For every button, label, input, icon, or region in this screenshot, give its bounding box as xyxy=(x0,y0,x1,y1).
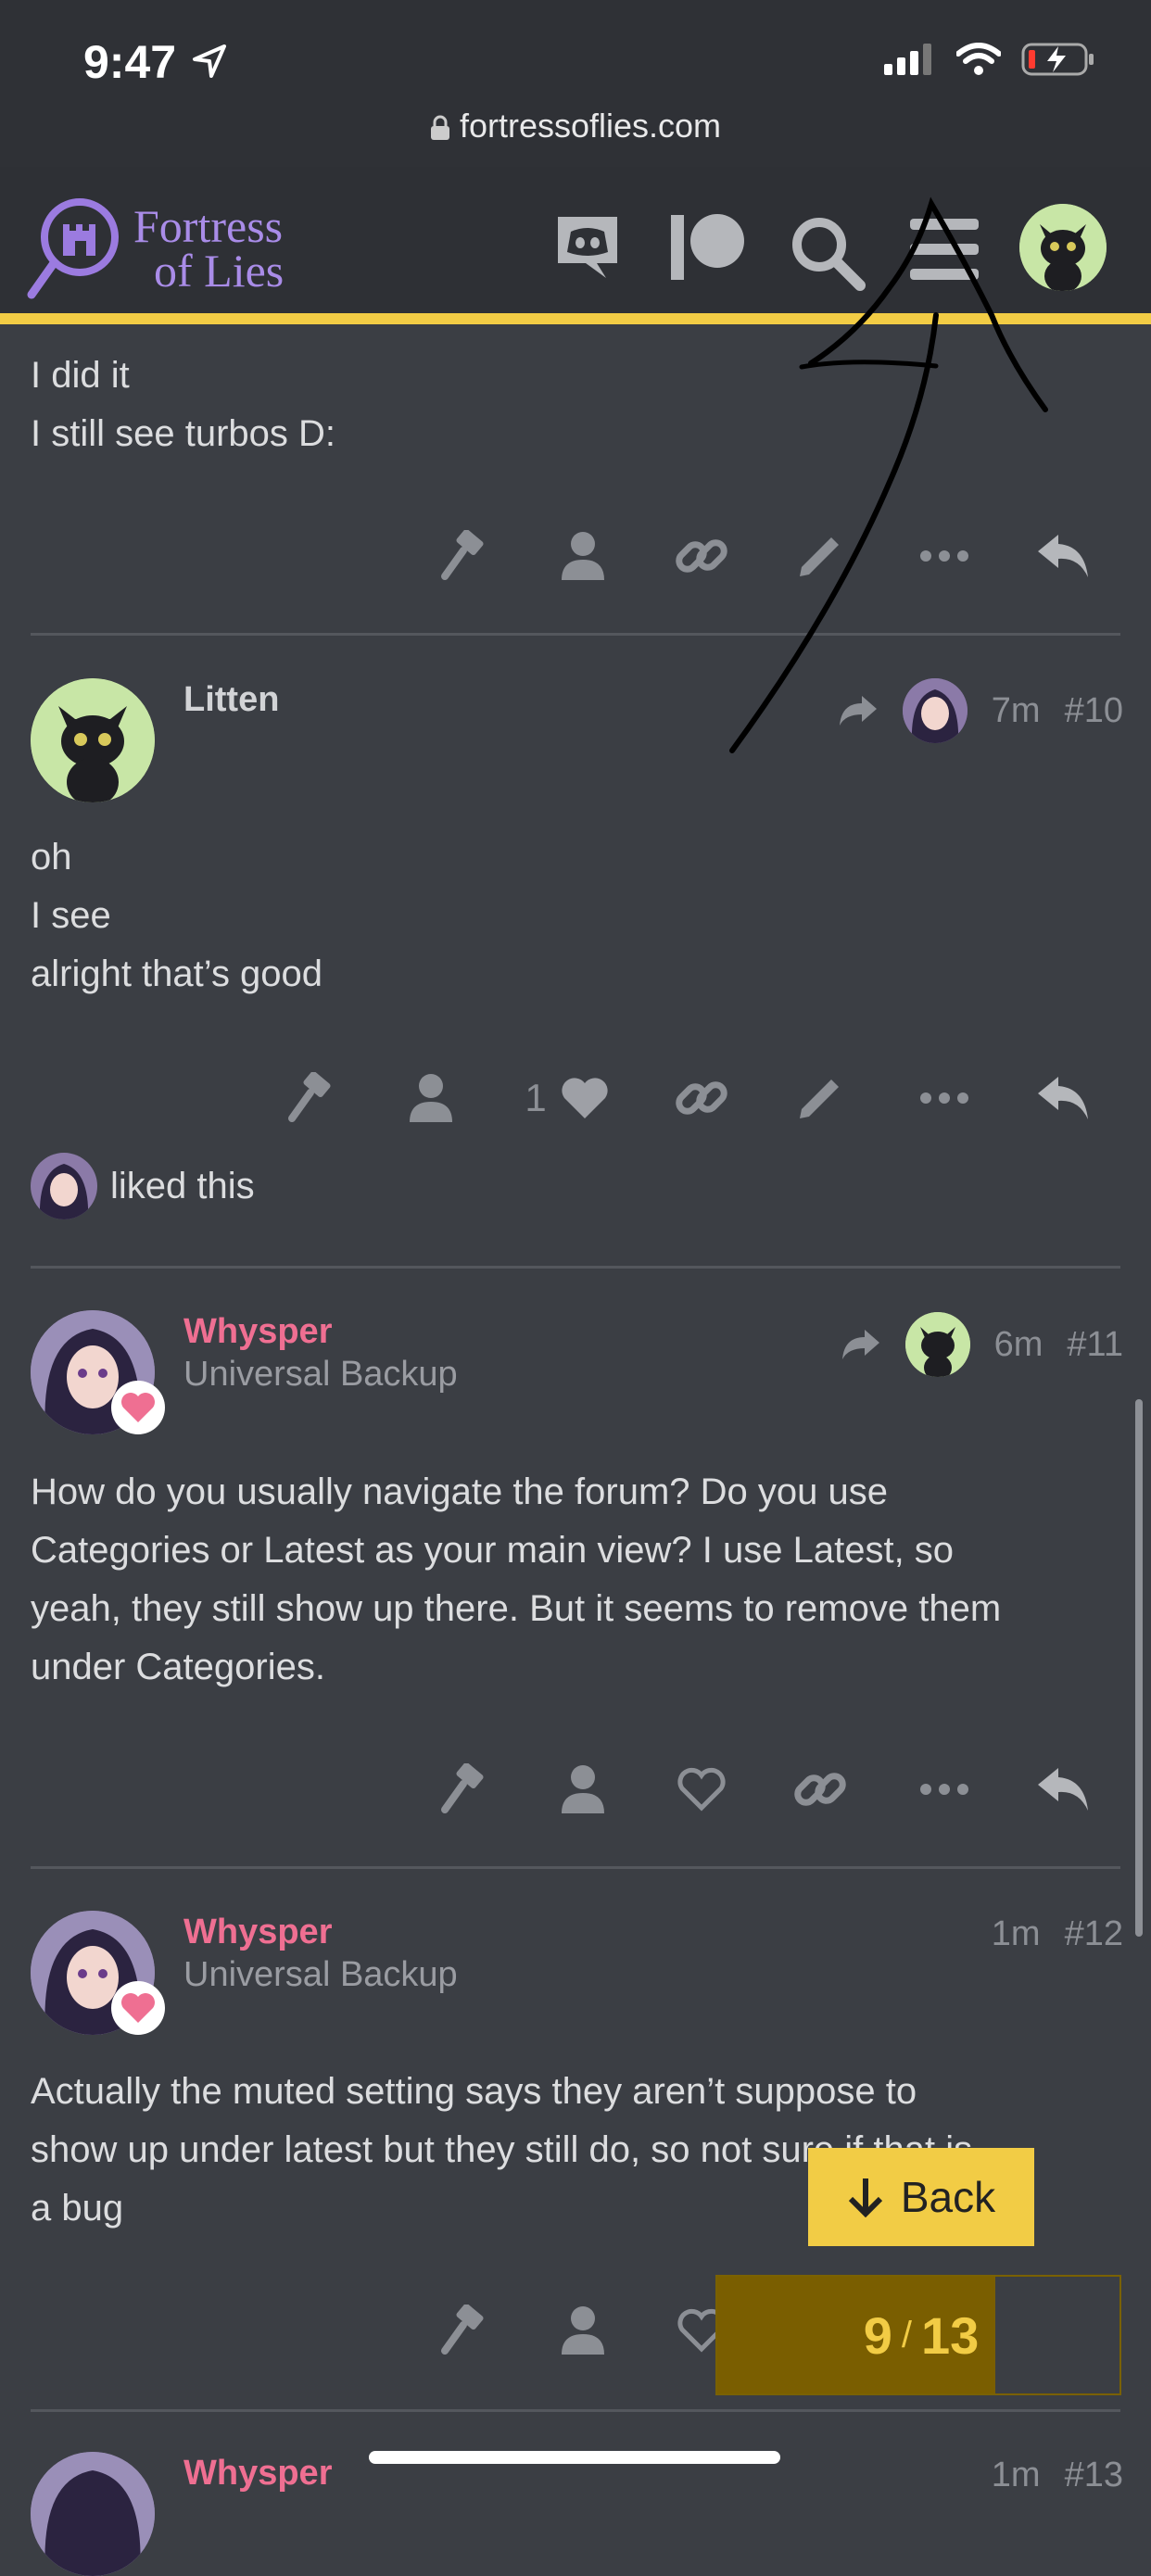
edit-button[interactable] xyxy=(788,1066,853,1130)
heart-icon xyxy=(121,1393,155,1422)
more-options-button[interactable] xyxy=(912,1757,977,1822)
post-divider xyxy=(31,2409,1120,2412)
pencil-icon xyxy=(800,1080,839,1118)
post-divider xyxy=(31,1266,1120,1269)
post-11-line-4: under Categories. xyxy=(31,1647,325,1687)
link-icon xyxy=(794,1773,846,1806)
heart-badge xyxy=(111,1381,165,1434)
post-10-actions: 1 xyxy=(0,1066,1151,1140)
reply-button[interactable] xyxy=(1031,1066,1095,1130)
more-options-button[interactable] xyxy=(912,1066,977,1130)
progress-total: 13 xyxy=(920,2305,980,2365)
heart-outline-icon xyxy=(677,1767,726,1812)
post-12-line-1: Actually the muted setting says they are… xyxy=(31,2071,917,2112)
liked-this-text: liked this xyxy=(110,1165,255,1206)
post-12-user-title: Universal Backup xyxy=(183,1955,458,1994)
post-11-number: #11 xyxy=(1067,1324,1123,1364)
home-indicator[interactable] xyxy=(369,2451,780,2464)
heart-icon xyxy=(121,1993,155,2023)
post-11-body: How do you usually navigate the forum? D… xyxy=(31,1463,1001,1697)
user-icon xyxy=(410,1074,452,1122)
user-card-button[interactable] xyxy=(398,1066,463,1130)
user-card-button[interactable] xyxy=(550,2298,615,2363)
hammer-icon xyxy=(288,1072,331,1122)
reply-to-arrow-icon[interactable] xyxy=(841,1328,881,1361)
hand-drawn-arrow-annotation xyxy=(729,196,1048,753)
post-13-username[interactable]: Whysper xyxy=(183,2454,332,2494)
reply-button[interactable] xyxy=(1031,1757,1095,1822)
user-card-button[interactable] xyxy=(550,1757,615,1822)
arrow-down-icon xyxy=(848,2178,882,2217)
reply-arrow-icon xyxy=(1038,1768,1088,1811)
post-11-actions xyxy=(0,1757,1151,1831)
ellipsis-icon xyxy=(920,1784,968,1795)
post-11-meta: 6m #11 xyxy=(841,1312,1123,1377)
like-button[interactable]: 1 xyxy=(512,1066,623,1130)
link-icon xyxy=(676,1081,727,1115)
scrollbar[interactable] xyxy=(1135,1399,1143,1937)
post-11-user-title: Universal Backup xyxy=(183,1355,458,1394)
ellipsis-icon xyxy=(920,1092,968,1104)
reply-arrow-icon xyxy=(1038,1077,1088,1119)
post-10-line-1: oh xyxy=(31,837,72,878)
copy-link-button[interactable] xyxy=(669,1066,734,1130)
liker-avatar[interactable] xyxy=(31,1153,97,1219)
admin-hammer-button[interactable] xyxy=(431,1757,496,1822)
post-11-line-2: Categories or Latest as your main view? … xyxy=(31,1530,955,1571)
hammer-icon xyxy=(441,1763,484,1813)
back-button[interactable]: Back xyxy=(808,2148,1034,2246)
post-12-number: #12 xyxy=(1064,1914,1123,1953)
like-button[interactable] xyxy=(669,1757,734,1822)
user-icon xyxy=(562,1765,604,1813)
post-11-line-1: How do you usually navigate the forum? D… xyxy=(31,1471,888,1512)
post-13-meta: 1m #13 xyxy=(992,2456,1123,2495)
post-10-body: oh I see alright that’s good xyxy=(31,828,323,1004)
post-10-line-3: alright that’s good xyxy=(31,953,323,994)
user-icon xyxy=(562,2306,604,2355)
heart-filled-icon xyxy=(562,1078,608,1118)
topic-progress[interactable]: 9 / 13 xyxy=(715,2275,1121,2395)
hammer-icon xyxy=(441,2305,484,2355)
post-10-line-2: I see xyxy=(31,895,111,936)
post-11-username[interactable]: Whysper xyxy=(183,1312,332,1352)
admin-hammer-button[interactable] xyxy=(278,1066,343,1130)
post-10-liked-by: liked this xyxy=(31,1153,255,1219)
copy-link-button[interactable] xyxy=(788,1757,853,1822)
post-11-line-3: yeah, they still show up there. But it s… xyxy=(31,1588,1002,1629)
post-divider xyxy=(31,1866,1120,1869)
progress-current: 9 xyxy=(863,2305,892,2365)
like-count[interactable]: 1 xyxy=(525,1076,546,1120)
admin-hammer-button[interactable] xyxy=(431,2298,496,2363)
topic-progress-label: 9 / 13 xyxy=(717,2277,1125,2393)
post-12-meta: 1m #12 xyxy=(992,1914,1123,1954)
anime-girl-avatar-icon xyxy=(31,1153,97,1219)
post-12-time[interactable]: 1m xyxy=(992,1914,1041,1954)
back-button-label: Back xyxy=(900,2173,996,2221)
progress-separator: / xyxy=(901,2314,912,2355)
post-13-number: #13 xyxy=(1064,2456,1123,2494)
post-13-time[interactable]: 1m xyxy=(992,2456,1041,2495)
cat-avatar-icon xyxy=(904,1312,970,1377)
heart-badge xyxy=(111,1981,165,2035)
post-11-time[interactable]: 6m xyxy=(994,1325,1043,1365)
anime-girl-avatar-icon xyxy=(31,2452,155,2576)
post-13-avatar[interactable] xyxy=(31,2452,155,2576)
reply-to-avatar[interactable] xyxy=(904,1312,970,1377)
post-12-username[interactable]: Whysper xyxy=(183,1913,332,1952)
